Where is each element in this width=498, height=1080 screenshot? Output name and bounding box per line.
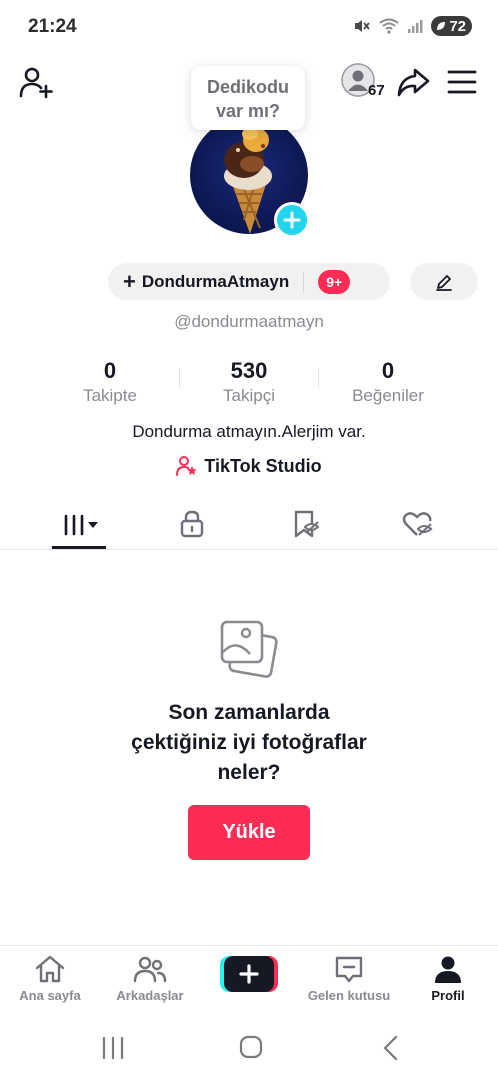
video-grid-icon [64,514,98,536]
likes-label: Beğeniler [352,386,424,405]
profile-stats: 0 Takipte 530 Takipçi 0 Beğeniler [0,358,498,408]
signal-icon [408,20,423,33]
nav-home-label: Ana sayfa [19,988,81,1003]
back-chevron-icon [383,1035,398,1061]
nav-profile[interactable]: Profil [398,954,498,1003]
nav-inbox[interactable]: Gelen kutusu [299,954,399,1003]
nav-friends-label: Arkadaşlar [116,988,184,1003]
inbox-icon [335,956,363,983]
pill-divider [303,271,305,292]
status-time: 21:24 [28,16,77,37]
bubble-line-2: var mı? [215,101,281,121]
nav-friends[interactable]: Arkadaşlar [100,954,200,1003]
share-profile-button[interactable] [395,64,431,100]
viewers-count: 67 [368,82,385,99]
stat-likes[interactable]: 0 Beğeniler [318,358,458,406]
wifi-icon [379,18,399,34]
tab-private[interactable] [162,500,222,548]
add-friend-icon [19,67,53,99]
profile-avatar-wrapper[interactable] [190,116,310,238]
home-circle-icon [239,1035,263,1059]
display-name: DondurmaAtmayn [141,271,290,291]
share-icon [397,68,430,97]
notification-badge: 9+ [318,269,351,294]
battery-saver-icon [437,22,446,30]
active-tab-indicator [52,546,106,549]
status-note-bubble[interactable]: Dedikodu var mı? [191,66,305,130]
add-story-button[interactable] [274,202,310,238]
bubble-line-1: Dedikodu [206,77,289,97]
status-bar: 21:24 72 [0,0,498,56]
friends-icon [133,956,167,983]
tab-saved[interactable] [276,500,336,548]
bottom-navigation: Ana sayfa Arkadaşlar Gelen kutusu Profil [0,945,498,1013]
recent-apps-icon [102,1036,124,1060]
pencil-icon [436,274,452,291]
profile-icon [435,956,461,983]
menu-button[interactable] [446,66,478,98]
create-plus-icon [239,964,259,984]
system-navigation-bar [0,1013,498,1080]
username: @dondurmaatmayn [174,312,324,331]
empty-title-line-1: Son zamanlarda [168,701,330,724]
empty-state-title: Son zamanlarda çektiğiniz iyi fotoğrafla… [0,698,498,788]
empty-title-line-3: neler? [217,761,281,784]
bookmark-hidden-icon [294,510,320,538]
heart-hidden-icon [402,512,433,536]
nav-home[interactable]: Ana sayfa [0,954,100,1003]
hamburger-menu-icon [447,70,477,94]
status-icons: 72 [353,16,472,36]
studio-creator-icon [176,456,198,476]
mute-icon [355,20,371,32]
followers-label: Takipçi [223,386,275,405]
plus-icon [283,211,301,229]
likes-count: 0 [381,358,395,383]
content-tabs [0,500,498,550]
add-friend-button[interactable] [18,64,54,100]
upload-button[interactable]: Yükle [188,805,310,860]
create-button[interactable] [220,956,278,992]
add-account-plus-icon: + [123,268,136,294]
back-button[interactable] [376,1035,406,1061]
nav-profile-label: Profil [431,988,465,1003]
empty-title-line-2: çektiğiniz iyi fotoğraflar [131,731,367,754]
photos-icon [218,618,280,680]
battery-indicator: 72 [431,16,472,36]
following-label: Takipte [83,386,137,405]
home-system-button[interactable] [236,1035,266,1061]
nav-inbox-label: Gelen kutusu [307,988,391,1003]
tab-videos[interactable] [50,500,110,548]
studio-link-label: TikTok Studio [204,455,322,476]
tab-liked[interactable] [388,500,448,548]
bio-text: Dondurma atmayın.Alerjim var. [132,422,366,441]
following-count: 0 [103,358,117,383]
tiktok-studio-link[interactable]: TikTok Studio [0,455,498,477]
stat-followers[interactable]: 530 Takipçi [179,358,319,406]
battery-level: 72 [449,17,466,35]
followers-count: 530 [230,358,268,383]
display-name-pill[interactable]: + DondurmaAtmayn 9+ [108,263,390,300]
edit-profile-button[interactable] [410,263,478,300]
create-button-core [224,956,274,992]
lock-icon [180,510,204,538]
home-icon [35,955,65,983]
stat-following[interactable]: 0 Takipte [40,358,180,406]
profile-viewers-button[interactable]: 67 [340,62,390,102]
recent-apps-button[interactable] [98,1035,128,1061]
